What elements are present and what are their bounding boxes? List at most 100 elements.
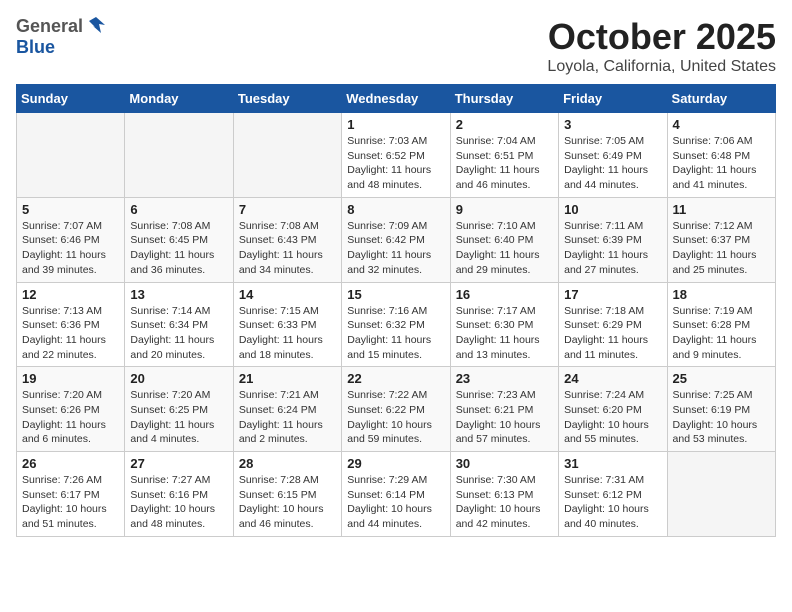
calendar-cell: 17Sunrise: 7:18 AMSunset: 6:29 PMDayligh… xyxy=(559,282,667,367)
day-number: 1 xyxy=(347,117,444,132)
calendar-cell: 2 Sunrise: 7:04 AMSunset: 6:51 PMDaylight… xyxy=(450,113,558,198)
day-number: 29 xyxy=(347,456,444,471)
calendar-cell: 15Sunrise: 7:16 AMSunset: 6:32 PMDayligh… xyxy=(342,282,450,367)
cell-info: Sunrise: 7:06 AMSunset: 6:48 PMDaylight:… xyxy=(673,134,770,193)
calendar-row-4: 19Sunrise: 7:20 AMSunset: 6:26 PMDayligh… xyxy=(17,367,776,452)
cell-info: Sunrise: 7:12 AMSunset: 6:37 PMDaylight:… xyxy=(673,219,770,278)
day-number: 10 xyxy=(564,202,661,217)
calendar-cell: 8 Sunrise: 7:09 AMSunset: 6:42 PMDaylight… xyxy=(342,197,450,282)
cell-info: Sunrise: 7:22 AMSunset: 6:22 PMDaylight:… xyxy=(347,388,444,447)
cell-info: Sunrise: 7:19 AMSunset: 6:28 PMDaylight:… xyxy=(673,304,770,363)
day-number: 14 xyxy=(239,287,336,302)
weekday-header-monday: Monday xyxy=(125,85,233,113)
calendar-cell: 31 Sunrise: 7:31 AMSunset: 6:12 PMDayligh… xyxy=(559,452,667,537)
calendar-table: SundayMondayTuesdayWednesdayThursdayFrid… xyxy=(16,84,776,537)
calendar-cell: 7 Sunrise: 7:08 AMSunset: 6:43 PMDaylight… xyxy=(233,197,341,282)
calendar-row-5: 26Sunrise: 7:26 AMSunset: 6:17 PMDayligh… xyxy=(17,452,776,537)
calendar-cell: 27 Sunrise: 7:27 AMSunset: 6:16 PMDayligh… xyxy=(125,452,233,537)
calendar-cell: 26Sunrise: 7:26 AMSunset: 6:17 PMDayligh… xyxy=(17,452,125,537)
day-number: 31 xyxy=(564,456,661,471)
calendar-row-1: 1 Sunrise: 7:03 AMSunset: 6:52 PMDaylight… xyxy=(17,113,776,198)
day-number: 6 xyxy=(130,202,227,217)
calendar-row-3: 12 Sunrise: 7:13 AMSunset: 6:36 PMDayligh… xyxy=(17,282,776,367)
cell-info: Sunrise: 7:13 AMSunset: 6:36 PMDaylight:… xyxy=(22,304,119,363)
cell-info: Sunrise: 7:04 AMSunset: 6:51 PMDaylight:… xyxy=(456,134,553,193)
cell-info: Sunrise: 7:08 AMSunset: 6:45 PMDaylight:… xyxy=(130,219,227,278)
cell-info: Sunrise: 7:21 AMSunset: 6:24 PMDaylight:… xyxy=(239,388,336,447)
day-number: 7 xyxy=(239,202,336,217)
weekday-header-saturday: Saturday xyxy=(667,85,775,113)
cell-info: Sunrise: 7:08 AMSunset: 6:43 PMDaylight:… xyxy=(239,219,336,278)
calendar-cell: 11 Sunrise: 7:12 AMSunset: 6:37 PMDayligh… xyxy=(667,197,775,282)
calendar-cell xyxy=(667,452,775,537)
calendar-cell xyxy=(233,113,341,198)
cell-info: Sunrise: 7:30 AMSunset: 6:13 PMDaylight:… xyxy=(456,473,553,532)
calendar-cell xyxy=(17,113,125,198)
calendar-cell: 12 Sunrise: 7:13 AMSunset: 6:36 PMDayligh… xyxy=(17,282,125,367)
weekday-header-thursday: Thursday xyxy=(450,85,558,113)
cell-info: Sunrise: 7:14 AMSunset: 6:34 PMDaylight:… xyxy=(130,304,227,363)
cell-info: Sunrise: 7:27 AMSunset: 6:16 PMDaylight:… xyxy=(130,473,227,532)
day-number: 21 xyxy=(239,371,336,386)
cell-info: Sunrise: 7:05 AMSunset: 6:49 PMDaylight:… xyxy=(564,134,661,193)
calendar-cell: 20 Sunrise: 7:20 AMSunset: 6:25 PMDayligh… xyxy=(125,367,233,452)
logo-general: General xyxy=(16,16,83,37)
day-number: 25 xyxy=(673,371,770,386)
cell-info: Sunrise: 7:07 AMSunset: 6:46 PMDaylight:… xyxy=(22,219,119,278)
cell-info: Sunrise: 7:28 AMSunset: 6:15 PMDaylight:… xyxy=(239,473,336,532)
weekday-header-wednesday: Wednesday xyxy=(342,85,450,113)
weekday-header-tuesday: Tuesday xyxy=(233,85,341,113)
logo: General Blue xyxy=(16,16,107,58)
logo-bird-icon xyxy=(85,15,107,37)
day-number: 17 xyxy=(564,287,661,302)
day-number: 23 xyxy=(456,371,553,386)
cell-info: Sunrise: 7:31 AMSunset: 6:12 PMDaylight:… xyxy=(564,473,661,532)
calendar-cell: 14 Sunrise: 7:15 AMSunset: 6:33 PMDayligh… xyxy=(233,282,341,367)
day-number: 3 xyxy=(564,117,661,132)
calendar-cell: 1 Sunrise: 7:03 AMSunset: 6:52 PMDaylight… xyxy=(342,113,450,198)
weekday-header-sunday: Sunday xyxy=(17,85,125,113)
cell-info: Sunrise: 7:11 AMSunset: 6:39 PMDaylight:… xyxy=(564,219,661,278)
calendar-row-2: 5Sunrise: 7:07 AMSunset: 6:46 PMDaylight… xyxy=(17,197,776,282)
calendar-cell: 10 Sunrise: 7:11 AMSunset: 6:39 PMDayligh… xyxy=(559,197,667,282)
cell-info: Sunrise: 7:23 AMSunset: 6:21 PMDaylight:… xyxy=(456,388,553,447)
day-number: 19 xyxy=(22,371,119,386)
calendar-cell: 5Sunrise: 7:07 AMSunset: 6:46 PMDaylight… xyxy=(17,197,125,282)
weekday-header-row: SundayMondayTuesdayWednesdayThursdayFrid… xyxy=(17,85,776,113)
calendar-cell: 22Sunrise: 7:22 AMSunset: 6:22 PMDayligh… xyxy=(342,367,450,452)
cell-info: Sunrise: 7:17 AMSunset: 6:30 PMDaylight:… xyxy=(456,304,553,363)
day-number: 2 xyxy=(456,117,553,132)
day-number: 20 xyxy=(130,371,227,386)
day-number: 9 xyxy=(456,202,553,217)
calendar-cell: 18 Sunrise: 7:19 AMSunset: 6:28 PMDayligh… xyxy=(667,282,775,367)
calendar-cell: 21 Sunrise: 7:21 AMSunset: 6:24 PMDayligh… xyxy=(233,367,341,452)
day-number: 30 xyxy=(456,456,553,471)
cell-info: Sunrise: 7:09 AMSunset: 6:42 PMDaylight:… xyxy=(347,219,444,278)
cell-info: Sunrise: 7:03 AMSunset: 6:52 PMDaylight:… xyxy=(347,134,444,193)
calendar-cell xyxy=(125,113,233,198)
day-number: 24 xyxy=(564,371,661,386)
day-number: 27 xyxy=(130,456,227,471)
cell-info: Sunrise: 7:24 AMSunset: 6:20 PMDaylight:… xyxy=(564,388,661,447)
day-number: 26 xyxy=(22,456,119,471)
cell-info: Sunrise: 7:20 AMSunset: 6:25 PMDaylight:… xyxy=(130,388,227,447)
weekday-header-friday: Friday xyxy=(559,85,667,113)
calendar-cell: 13Sunrise: 7:14 AMSunset: 6:34 PMDayligh… xyxy=(125,282,233,367)
day-number: 18 xyxy=(673,287,770,302)
calendar-cell: 6 Sunrise: 7:08 AMSunset: 6:45 PMDaylight… xyxy=(125,197,233,282)
day-number: 28 xyxy=(239,456,336,471)
calendar-cell: 4Sunrise: 7:06 AMSunset: 6:48 PMDaylight… xyxy=(667,113,775,198)
cell-info: Sunrise: 7:10 AMSunset: 6:40 PMDaylight:… xyxy=(456,219,553,278)
day-number: 16 xyxy=(456,287,553,302)
cell-info: Sunrise: 7:16 AMSunset: 6:32 PMDaylight:… xyxy=(347,304,444,363)
logo-blue: Blue xyxy=(16,37,55,57)
calendar-cell: 24 Sunrise: 7:24 AMSunset: 6:20 PMDayligh… xyxy=(559,367,667,452)
day-number: 8 xyxy=(347,202,444,217)
title-block: October 2025 Loyola, California, United … xyxy=(547,16,776,76)
day-number: 11 xyxy=(673,202,770,217)
cell-info: Sunrise: 7:15 AMSunset: 6:33 PMDaylight:… xyxy=(239,304,336,363)
page-header: General Blue October 2025 Loyola, Califo… xyxy=(16,16,776,76)
day-number: 12 xyxy=(22,287,119,302)
calendar-cell: 25Sunrise: 7:25 AMSunset: 6:19 PMDayligh… xyxy=(667,367,775,452)
cell-info: Sunrise: 7:29 AMSunset: 6:14 PMDaylight:… xyxy=(347,473,444,532)
